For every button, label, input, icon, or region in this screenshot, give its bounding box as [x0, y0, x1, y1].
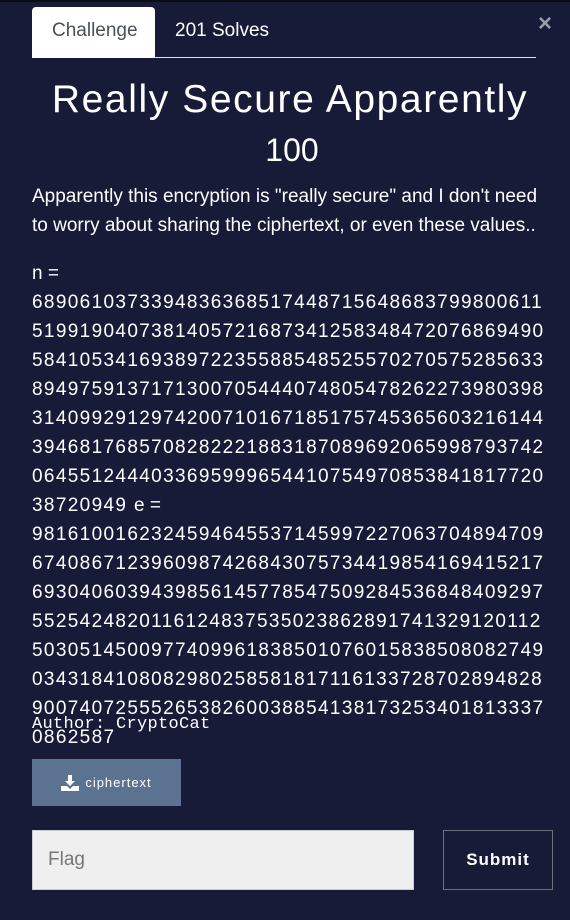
challenge-tabs: Challenge 201 Solves [32, 7, 536, 58]
download-icon [61, 774, 80, 791]
tab-challenge[interactable]: Challenge [32, 7, 155, 58]
challenge-title: Really Secure Apparently [51, 78, 529, 121]
tab-solves[interactable]: 201 Solves [155, 7, 289, 57]
download-label: ciphertext [85, 775, 152, 790]
n-value-block: 6890610373394836368517448715648683799800… [32, 288, 548, 520]
submit-button[interactable]: Submit [443, 830, 553, 890]
challenge-points: 100 [265, 132, 319, 168]
close-icon[interactable]: × [538, 10, 552, 38]
description-text: Apparently this encryption is "really se… [32, 186, 538, 236]
flag-input[interactable] [32, 830, 414, 890]
n-label: n = [32, 263, 59, 284]
e-label: e = [133, 495, 161, 516]
n-value: 6890610373394836368517448715648683799800… [32, 292, 545, 516]
author: Author: CryptoCat [32, 715, 211, 734]
download-ciphertext-button[interactable]: ciphertext [32, 759, 181, 806]
challenge-description: Apparently this encryption is "really se… [32, 182, 548, 752]
